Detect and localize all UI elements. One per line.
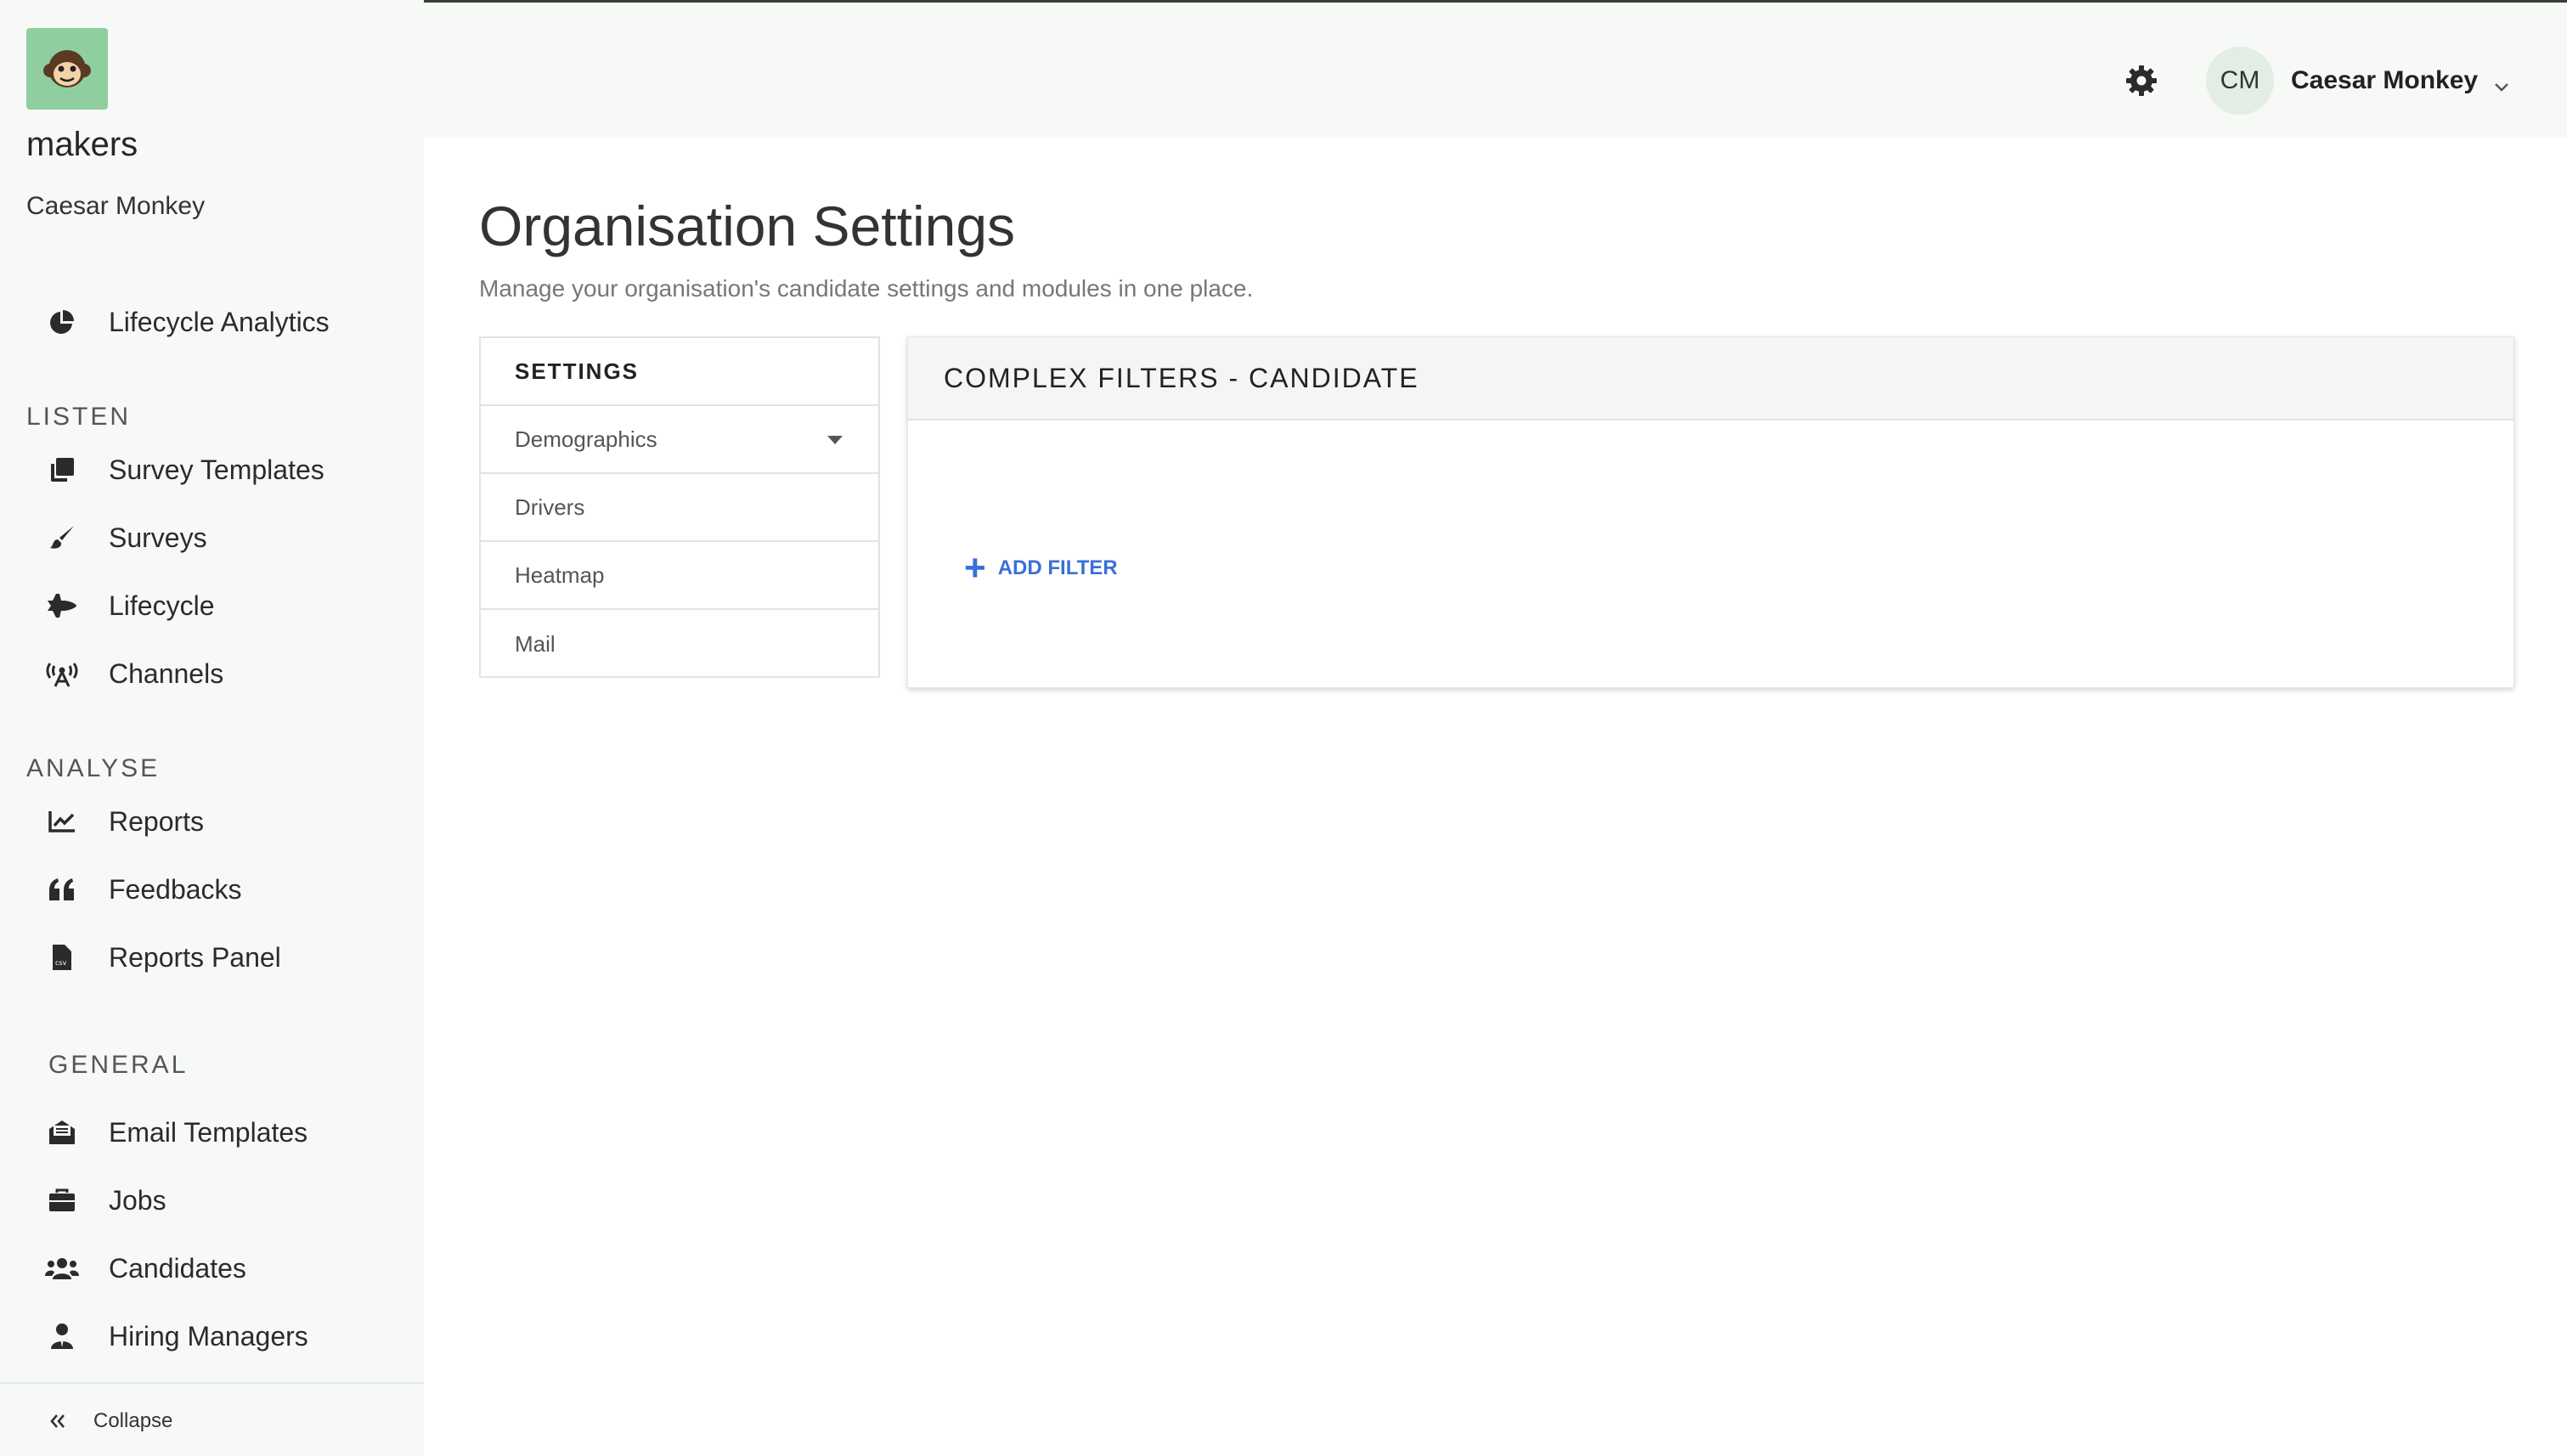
nav-label: Surveys [109, 522, 207, 553]
collapse-button[interactable]: Collapse [48, 1402, 172, 1440]
user-tie-icon [42, 1317, 82, 1356]
nav-candidates[interactable]: Candidates [42, 1243, 246, 1294]
nav-label: Email Templates [109, 1116, 308, 1148]
section-title-listen: LISTEN [26, 403, 132, 431]
caret-down-icon [827, 436, 843, 444]
main-content [424, 138, 2567, 1456]
sidebar: makers Caesar Monkey Lifecycle Analytics… [0, 0, 424, 1456]
double-chevron-left-icon [50, 1414, 65, 1428]
nav-survey-templates[interactable]: Survey Templates [42, 444, 324, 495]
nav-label: Channels [109, 657, 224, 689]
users-icon [42, 1249, 82, 1288]
svg-text:csv: csv [55, 959, 67, 967]
nav-label: Hiring Managers [109, 1320, 308, 1352]
settings-item-label: Heatmap [515, 562, 605, 588]
org-name: makers [26, 126, 138, 163]
page-subtitle: Manage your organisation's candidate set… [479, 275, 1254, 302]
settings-item-label: Mail [515, 630, 556, 657]
collapse-label: Collapse [93, 1409, 173, 1432]
settings-item-mail[interactable]: Mail [481, 610, 878, 678]
nav-label: Reports Panel [109, 941, 281, 973]
settings-item-drivers[interactable]: Drivers [481, 474, 878, 542]
header-user-name[interactable]: Caesar Monkey [2291, 66, 2478, 95]
add-filter-label: ADD FILTER [997, 556, 1118, 579]
plus-icon: + [964, 547, 986, 589]
nav-label: Candidates [109, 1252, 246, 1284]
page-title: Organisation Settings [479, 195, 1016, 257]
nav-email-templates[interactable]: Email Templates [42, 1107, 307, 1158]
complex-filters-heading: COMPLEX FILTERS - CANDIDATE [908, 337, 2513, 420]
nav-hiring-managers[interactable]: Hiring Managers [42, 1311, 308, 1362]
broadcast-tower-icon [42, 654, 82, 693]
collapse-divider [0, 1382, 424, 1384]
nav-reports-panel[interactable]: csv Reports Panel [42, 932, 281, 983]
nav-label: Survey Templates [109, 454, 324, 485]
nav-channels[interactable]: Channels [42, 648, 223, 699]
nav-jobs[interactable]: Jobs [42, 1175, 166, 1226]
add-filter-button[interactable]: + ADD FILTER [964, 547, 1118, 589]
nav-lifecycle-analytics[interactable]: Lifecycle Analytics [42, 296, 330, 347]
section-title-analyse: ANALYSE [26, 754, 161, 782]
chevron-down-icon[interactable] [2489, 75, 2514, 100]
nav-label: Reports [109, 805, 205, 837]
settings-item-label: Drivers [515, 494, 585, 520]
quote-icon [42, 870, 82, 909]
settings-item-heatmap[interactable]: Heatmap [481, 542, 878, 610]
nav-surveys[interactable]: Surveys [42, 512, 207, 563]
pie-chart-icon [42, 302, 82, 341]
nav-label: Jobs [109, 1184, 166, 1216]
section-title-general: GENERAL [48, 1051, 189, 1079]
brush-icon [42, 518, 82, 557]
nav-label: Feedbacks [109, 873, 242, 905]
gear-icon [2126, 65, 2157, 96]
nav-label: Lifecycle [109, 590, 215, 621]
settings-item-demographics[interactable]: Demographics [481, 406, 878, 474]
line-chart-icon [42, 802, 82, 841]
nav-lifecycle[interactable]: Lifecycle [42, 580, 215, 631]
org-logo[interactable] [26, 28, 108, 110]
envelope-open-icon [42, 1113, 82, 1152]
nav-reports[interactable]: Reports [42, 796, 204, 847]
briefcase-icon [42, 1181, 82, 1220]
nav-label: Lifecycle Analytics [109, 306, 330, 337]
space-shuttle-icon [42, 586, 82, 625]
settings-menu: SETTINGS Demographics Drivers Heatmap Ma… [479, 336, 880, 678]
settings-button[interactable] [2120, 59, 2163, 102]
avatar[interactable]: CM [2206, 47, 2274, 115]
nav-feedbacks[interactable]: Feedbacks [42, 864, 242, 915]
org-user-name: Caesar Monkey [26, 192, 206, 220]
complex-filters-card: COMPLEX FILTERS - CANDIDATE + ADD FILTER [907, 336, 2514, 688]
monkey-logo-icon [43, 50, 91, 87]
settings-item-label: Demographics [515, 426, 657, 452]
copy-icon [42, 450, 82, 489]
settings-menu-heading: SETTINGS [481, 338, 878, 406]
csv-file-icon: csv [42, 938, 82, 977]
